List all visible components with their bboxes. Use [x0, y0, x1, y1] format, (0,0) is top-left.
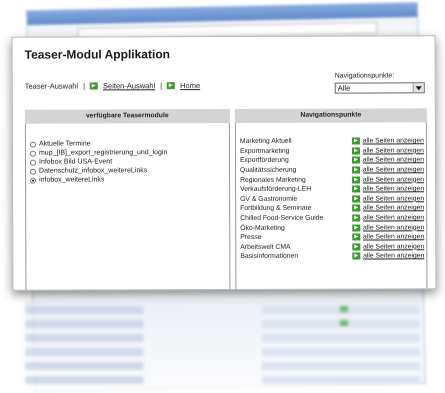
- show-all-pages-label[interactable]: alle Seiten anzeigen: [363, 224, 424, 231]
- show-all-pages-link[interactable]: alle Seiten anzeigen: [351, 157, 424, 165]
- nav-point-list: Marketing Aktuell alle Seiten anzeigen Exp…: [240, 136, 424, 261]
- show-all-pages-link[interactable]: alle Seiten anzeigen: [351, 224, 424, 232]
- nav-point-label: Marketing Aktuell: [239, 138, 292, 146]
- nav-point-label: Basisinformationen: [240, 253, 299, 261]
- select-value: Alle: [337, 83, 351, 93]
- breadcrumb: Teaser-Auswahl | Seiten-Auswahl | Home: [25, 81, 200, 91]
- nav-point-label: Öko-Marketing: [240, 224, 285, 232]
- teasermodule-header: verfügbare Teasermodule: [24, 108, 230, 124]
- show-all-pages-link[interactable]: alle Seiten anzeigen: [352, 234, 424, 241]
- navigationspunkte-select[interactable]: Alle: [334, 82, 425, 94]
- nav-point-label: Exportförderung: [239, 157, 289, 165]
- arrow-right-icon: [351, 147, 360, 155]
- nav-point-label: Qualitätssicherung: [240, 166, 297, 175]
- arrow-right-icon: [90, 82, 99, 90]
- nav-seiten-auswahl-link[interactable]: Seiten-Auswahl: [103, 81, 155, 90]
- show-all-pages-link[interactable]: alle Seiten anzeigen: [351, 176, 424, 184]
- arrow-right-icon: [352, 252, 361, 260]
- show-all-pages-label[interactable]: alle Seiten anzeigen: [363, 166, 424, 173]
- show-all-pages-link[interactable]: alle Seiten anzeigen: [352, 253, 424, 260]
- arrow-right-icon: [351, 204, 360, 213]
- teaser-label: Datenschutz_infobox_weitereLinks: [39, 167, 148, 175]
- arrow-right-icon: [351, 137, 360, 145]
- show-all-pages-link[interactable]: alle Seiten anzeigen: [351, 204, 424, 213]
- show-all-pages-link[interactable]: alle Seiten anzeigen: [352, 243, 424, 251]
- arrow-right-icon: [351, 185, 360, 193]
- show-all-pages-label[interactable]: alle Seiten anzeigen: [363, 253, 424, 260]
- background-reflection: [25, 300, 420, 393]
- page-title: Teaser-Modul Applikation: [24, 47, 170, 62]
- show-all-pages-label[interactable]: alle Seiten anzeigen: [363, 138, 424, 145]
- teaser-item[interactable]: infobox_weitereLinks: [30, 175, 167, 184]
- nav-point-label: Fortbildung & Seminare: [240, 205, 312, 213]
- show-all-pages-label[interactable]: alle Seiten anzeigen: [363, 234, 424, 241]
- teaser-modul-panel: Teaser-Modul Applikation Teaser-Auswahl …: [11, 35, 437, 291]
- teaser-label: Infobox Bild USA-Event: [38, 158, 113, 166]
- radio-button[interactable]: [30, 177, 37, 184]
- show-all-pages-link[interactable]: alle Seiten anzeigen: [351, 147, 424, 155]
- show-all-pages-link[interactable]: alle Seiten anzeigen: [351, 214, 424, 222]
- show-all-pages-label[interactable]: alle Seiten anzeigen: [363, 176, 424, 183]
- nav-separator: |: [160, 81, 163, 91]
- arrow-right-icon: [351, 195, 360, 203]
- show-all-pages-link[interactable]: alle Seiten anzeigen: [351, 185, 424, 193]
- nav-point-label: Exportmarketing: [239, 147, 290, 155]
- nav-point-label: Chilled Food-Service Guide: [240, 214, 324, 222]
- arrow-right-icon: [351, 166, 360, 174]
- arrow-right-icon: [352, 233, 361, 241]
- nav-separator: |: [83, 81, 86, 91]
- show-all-pages-label[interactable]: alle Seiten anzeigen: [363, 205, 424, 212]
- arrow-right-icon: [351, 157, 360, 165]
- navigationspunkte-header: Navigationspunkte: [234, 108, 427, 123]
- teaser-list: Aktuelle Termine mup_[IB]_export_registri…: [29, 139, 168, 184]
- arrow-right-icon: [351, 176, 360, 184]
- show-all-pages-link[interactable]: alle Seiten anzeigen: [351, 137, 424, 145]
- nav-point-label: GV & Gastronomie: [240, 195, 298, 203]
- teaser-label: Aktuelle Termine: [38, 140, 91, 148]
- nav-point-label: Verkaufsförderung-LEH: [240, 185, 312, 194]
- radio-button[interactable]: [29, 159, 37, 166]
- teaser-item[interactable]: mup_[IB]_export_registrierung_und_login: [29, 148, 168, 157]
- teaser-item[interactable]: Datenschutz_infobox_weitereLinks: [30, 166, 167, 175]
- navigationspunkte-label: Navigationspunkte:: [334, 72, 395, 80]
- show-all-pages-label[interactable]: alle Seiten anzeigen: [363, 195, 424, 202]
- arrow-right-icon: [351, 224, 361, 232]
- show-all-pages-label[interactable]: alle Seiten anzeigen: [363, 214, 424, 221]
- teaser-item[interactable]: Aktuelle Termine: [29, 139, 167, 148]
- radio-button[interactable]: [29, 150, 36, 157]
- arrow-right-icon: [351, 214, 360, 222]
- radio-button[interactable]: [29, 141, 36, 148]
- nav-teaser-auswahl: Teaser-Auswahl: [24, 81, 79, 91]
- nav-point-label: Presse: [240, 234, 262, 242]
- show-all-pages-label[interactable]: alle Seiten anzeigen: [363, 186, 424, 193]
- show-all-pages-label[interactable]: alle Seiten anzeigen: [363, 147, 424, 154]
- arrow-right-icon: [352, 243, 361, 251]
- nav-point-row: Basisinformationen alle Seiten anzeigen: [240, 251, 424, 261]
- teaser-label: mup_[IB]_export_registrierung_und_login: [38, 149, 168, 157]
- show-all-pages-label[interactable]: alle Seiten anzeigen: [363, 243, 424, 250]
- teaser-label: infobox_weitereLinks: [39, 176, 105, 184]
- radio-button[interactable]: [30, 168, 37, 175]
- show-all-pages-link[interactable]: alle Seiten anzeigen: [351, 195, 424, 203]
- arrow-right-icon: [167, 82, 176, 90]
- chevron-down-icon[interactable]: [412, 83, 424, 93]
- nav-point-label: Regionales Marketing: [240, 176, 306, 184]
- navigationspunkte-column: Marketing Aktuell alle Seiten anzeigen Exp…: [234, 122, 428, 291]
- show-all-pages-label[interactable]: alle Seiten anzeigen: [363, 157, 424, 164]
- teaser-item[interactable]: Infobox Bild USA-Event: [29, 157, 167, 166]
- show-all-pages-link[interactable]: alle Seiten anzeigen: [351, 166, 424, 174]
- teasermodule-column: Aktuelle Termine mup_[IB]_export_registri…: [24, 122, 231, 291]
- nav-home-link[interactable]: Home: [180, 81, 200, 90]
- nav-point-label: Arbeitswelt CMA: [240, 243, 291, 251]
